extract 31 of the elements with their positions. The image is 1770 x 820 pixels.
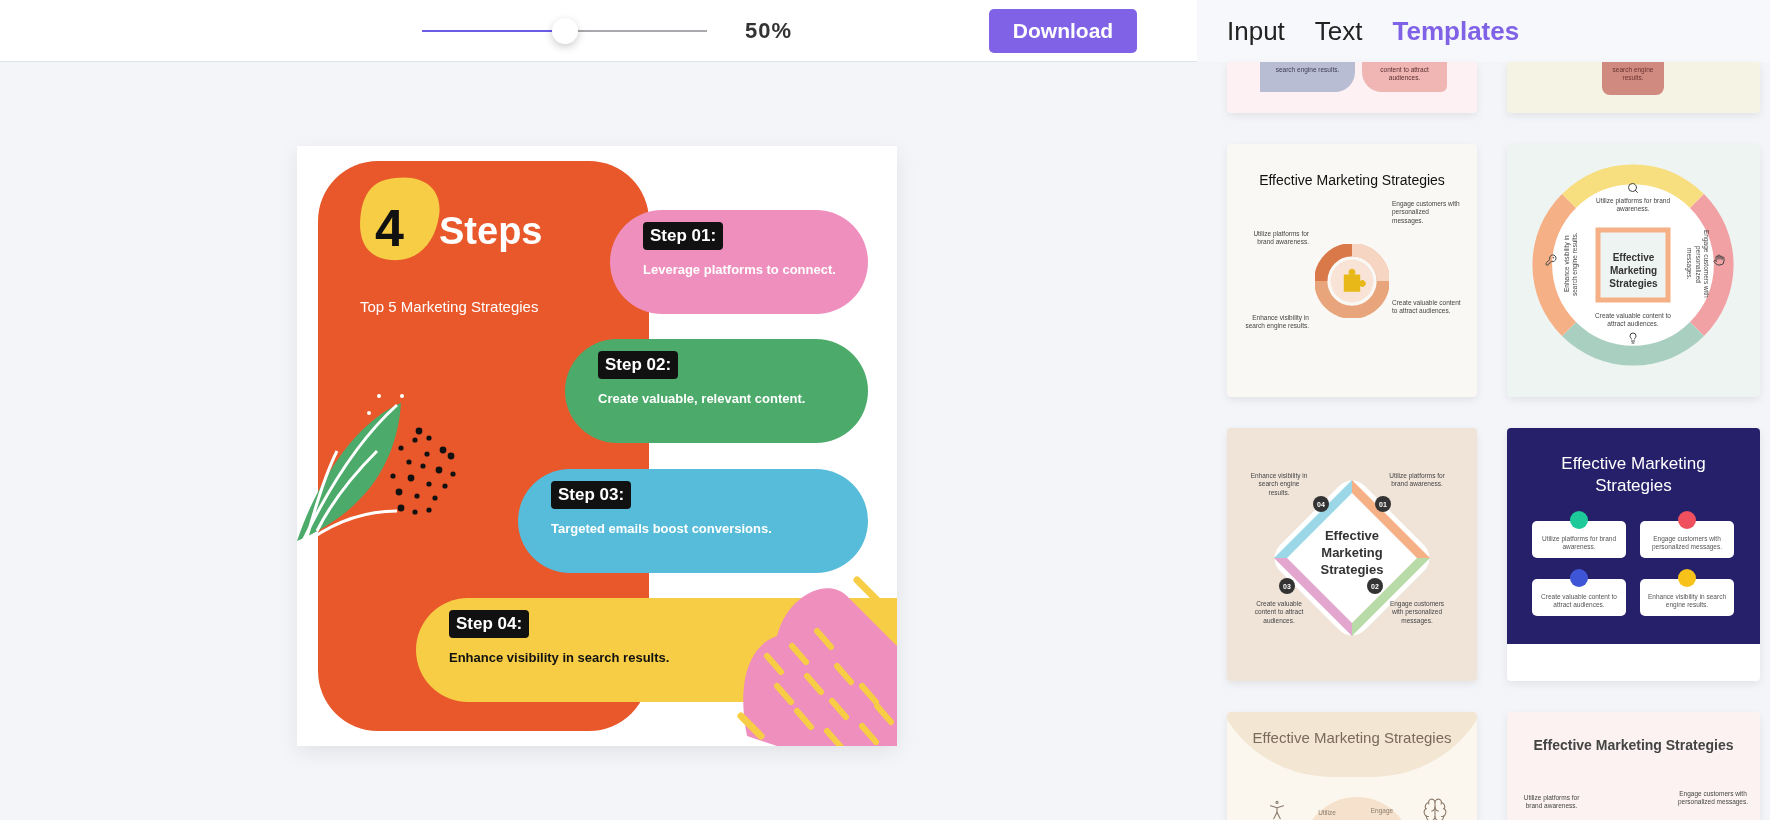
brain-icon xyxy=(1422,797,1448,820)
template-thumbnail[interactable] xyxy=(1227,144,1477,397)
template-title: Effective Marketing Strategies xyxy=(1319,528,1385,579)
tab[interactable]: Templates xyxy=(1392,15,1520,47)
template-title: Effective Marketing Strategies xyxy=(1252,728,1452,748)
infographic-title: Steps xyxy=(439,210,543,253)
step-label: Step 04: xyxy=(449,610,530,638)
template-thumbnail[interactable] xyxy=(1507,144,1760,397)
template-title: Effective Marketing Strategies xyxy=(1258,171,1446,190)
key-icon xyxy=(1545,254,1557,266)
tab[interactable]: Input xyxy=(1227,15,1285,47)
template-title: Effective Marketing Strategies xyxy=(1533,736,1734,755)
tab[interactable]: Text xyxy=(1314,15,1363,47)
hand-icon xyxy=(1713,254,1725,266)
template-title: Effective Marketing Strategies xyxy=(1608,251,1659,290)
step-text: Create valuable, relevant content. xyxy=(598,391,806,406)
zoom-reading: 50% xyxy=(745,17,793,44)
lightbulb-icon xyxy=(1627,332,1639,344)
step-label: Step 02: xyxy=(598,351,679,379)
step-text: Enhance visibility in search results. xyxy=(449,650,670,665)
step-label: Step 01: xyxy=(643,222,724,250)
step-text: Leverage platforms to connect. xyxy=(643,262,836,277)
download-button[interactable]: Download xyxy=(989,8,1137,53)
step-label: Step 03: xyxy=(551,481,632,509)
template-thumbnail[interactable] xyxy=(1227,428,1477,681)
slider-thumb[interactable] xyxy=(551,17,578,44)
search-icon xyxy=(1627,182,1639,194)
step-count: 4 xyxy=(375,198,404,258)
step-text: Targeted emails boost conversions. xyxy=(551,521,772,536)
infographic-subtitle: Top 5 Marketing Strategies xyxy=(360,298,539,315)
template-title: Effective Marketing Strategies xyxy=(1560,453,1707,498)
